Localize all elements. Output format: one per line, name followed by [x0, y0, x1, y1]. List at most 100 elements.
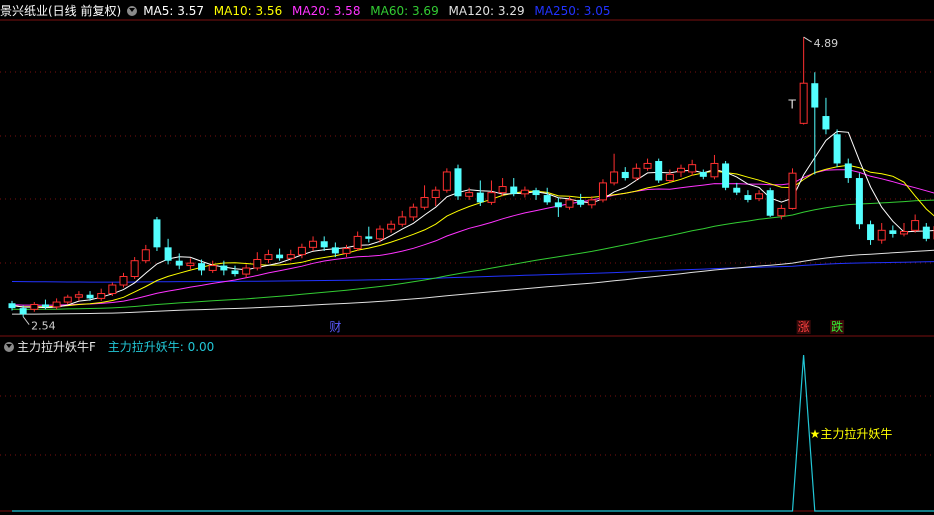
- candle-body: [487, 192, 496, 203]
- candle-body: [186, 262, 195, 267]
- candle: [688, 159, 697, 176]
- event-marker: 财: [328, 320, 343, 334]
- candle-body: [766, 190, 774, 216]
- candle-body: [577, 199, 585, 205]
- candle-body: [632, 167, 641, 179]
- dropdown-circle-icon[interactable]: [127, 5, 138, 16]
- candle: [487, 180, 496, 205]
- candle-body: [699, 171, 707, 177]
- candle-body: [877, 229, 886, 241]
- candle: [877, 223, 886, 244]
- candle: [610, 153, 619, 186]
- candle: [811, 72, 819, 175]
- candle-body: [30, 303, 39, 310]
- candle: [855, 173, 863, 230]
- candle: [420, 185, 429, 210]
- candle-body: [108, 284, 117, 295]
- candle: [108, 282, 117, 296]
- candle-body: [610, 171, 619, 184]
- candle: [867, 220, 875, 245]
- candle-body: [431, 189, 440, 198]
- candle: [577, 193, 585, 208]
- candle-body: [844, 163, 852, 179]
- candle-body: [365, 236, 373, 239]
- candle: [387, 220, 396, 233]
- candle: [710, 154, 719, 180]
- candle-body: [309, 240, 318, 248]
- candle: [655, 158, 663, 183]
- signal-label: ★主力拉升妖牛: [810, 426, 893, 441]
- candle: [454, 164, 462, 200]
- stock-chart-window: 4.89 2.54 T 财 涨 跌 ★主力拉升妖牛 景兴纸业(日线 前复权) MA5: 3.5…: [0, 0, 934, 515]
- candle-body: [331, 247, 339, 254]
- candle: [164, 238, 172, 265]
- main-header: 景兴纸业(日线 前复权) MA5: 3.57 MA10: 3.56 MA20: 3…: [0, 2, 616, 20]
- candle: [264, 249, 273, 264]
- candle-body: [543, 195, 551, 203]
- candle-body: [286, 254, 295, 259]
- candle: [598, 179, 607, 203]
- candle: [554, 197, 562, 217]
- candle: [510, 178, 518, 197]
- candle: [632, 163, 641, 181]
- candle-body: [677, 167, 685, 173]
- candle: [431, 186, 440, 206]
- candle-body: [8, 303, 16, 309]
- candle-body: [52, 301, 61, 308]
- candle: [665, 169, 674, 183]
- candle-body: [175, 260, 183, 266]
- candle-body: [777, 207, 786, 217]
- ma250-legend: MA250: 3.05: [534, 4, 611, 18]
- candle: [543, 187, 551, 205]
- ma10-legend: MA10: 3.56: [213, 4, 283, 18]
- candle: [621, 167, 629, 181]
- candle: [409, 203, 418, 221]
- candle-body: [41, 304, 49, 307]
- candle-body: [375, 228, 384, 240]
- candle: [722, 161, 730, 191]
- candle: [63, 294, 72, 305]
- candle: [442, 168, 451, 193]
- indicator-value: 主力拉升妖牛: 0.00: [107, 340, 215, 354]
- candle: [74, 291, 83, 301]
- candle-body: [242, 267, 251, 275]
- candle: [30, 302, 39, 312]
- candle-body: [922, 226, 930, 239]
- ma120-legend: MA120: 3.29: [448, 4, 525, 18]
- signal-line: [12, 354, 934, 512]
- candle-body: [198, 263, 206, 271]
- candle-body: [409, 206, 418, 218]
- candle-body: [867, 224, 875, 241]
- candle-body: [342, 248, 351, 254]
- candle: [153, 216, 161, 251]
- stock-title: 景兴纸业(日线 前复权): [0, 4, 122, 18]
- candle: [141, 244, 150, 264]
- candle-body: [799, 82, 808, 124]
- candle: [320, 236, 328, 251]
- candle: [398, 210, 407, 227]
- candle-body: [598, 182, 607, 201]
- candle: [911, 214, 920, 233]
- chart-canvas[interactable]: 4.89 2.54 T 财 涨 跌 ★主力拉升妖牛: [0, 0, 934, 515]
- candle: [755, 190, 764, 202]
- candle-body: [86, 294, 94, 299]
- candle-body: [554, 202, 562, 208]
- ma60-line: [11, 199, 934, 310]
- candle-body: [297, 246, 306, 256]
- candle-body: [498, 186, 507, 194]
- candle-body: [755, 193, 764, 200]
- candle: [822, 97, 830, 135]
- candle: [175, 253, 183, 270]
- candle: [119, 272, 128, 288]
- candle-body: [911, 220, 920, 231]
- ma60-legend: MA60: 3.69: [370, 4, 439, 18]
- candle: [353, 231, 362, 251]
- candle: [889, 225, 897, 238]
- candle: [799, 37, 808, 125]
- candle-body: [510, 186, 518, 194]
- ma20-legend: MA20: 3.58: [292, 4, 361, 18]
- candle: [231, 265, 239, 277]
- candle: [677, 164, 685, 177]
- indicator-dropdown-icon[interactable]: [4, 341, 14, 352]
- candle: [520, 186, 529, 198]
